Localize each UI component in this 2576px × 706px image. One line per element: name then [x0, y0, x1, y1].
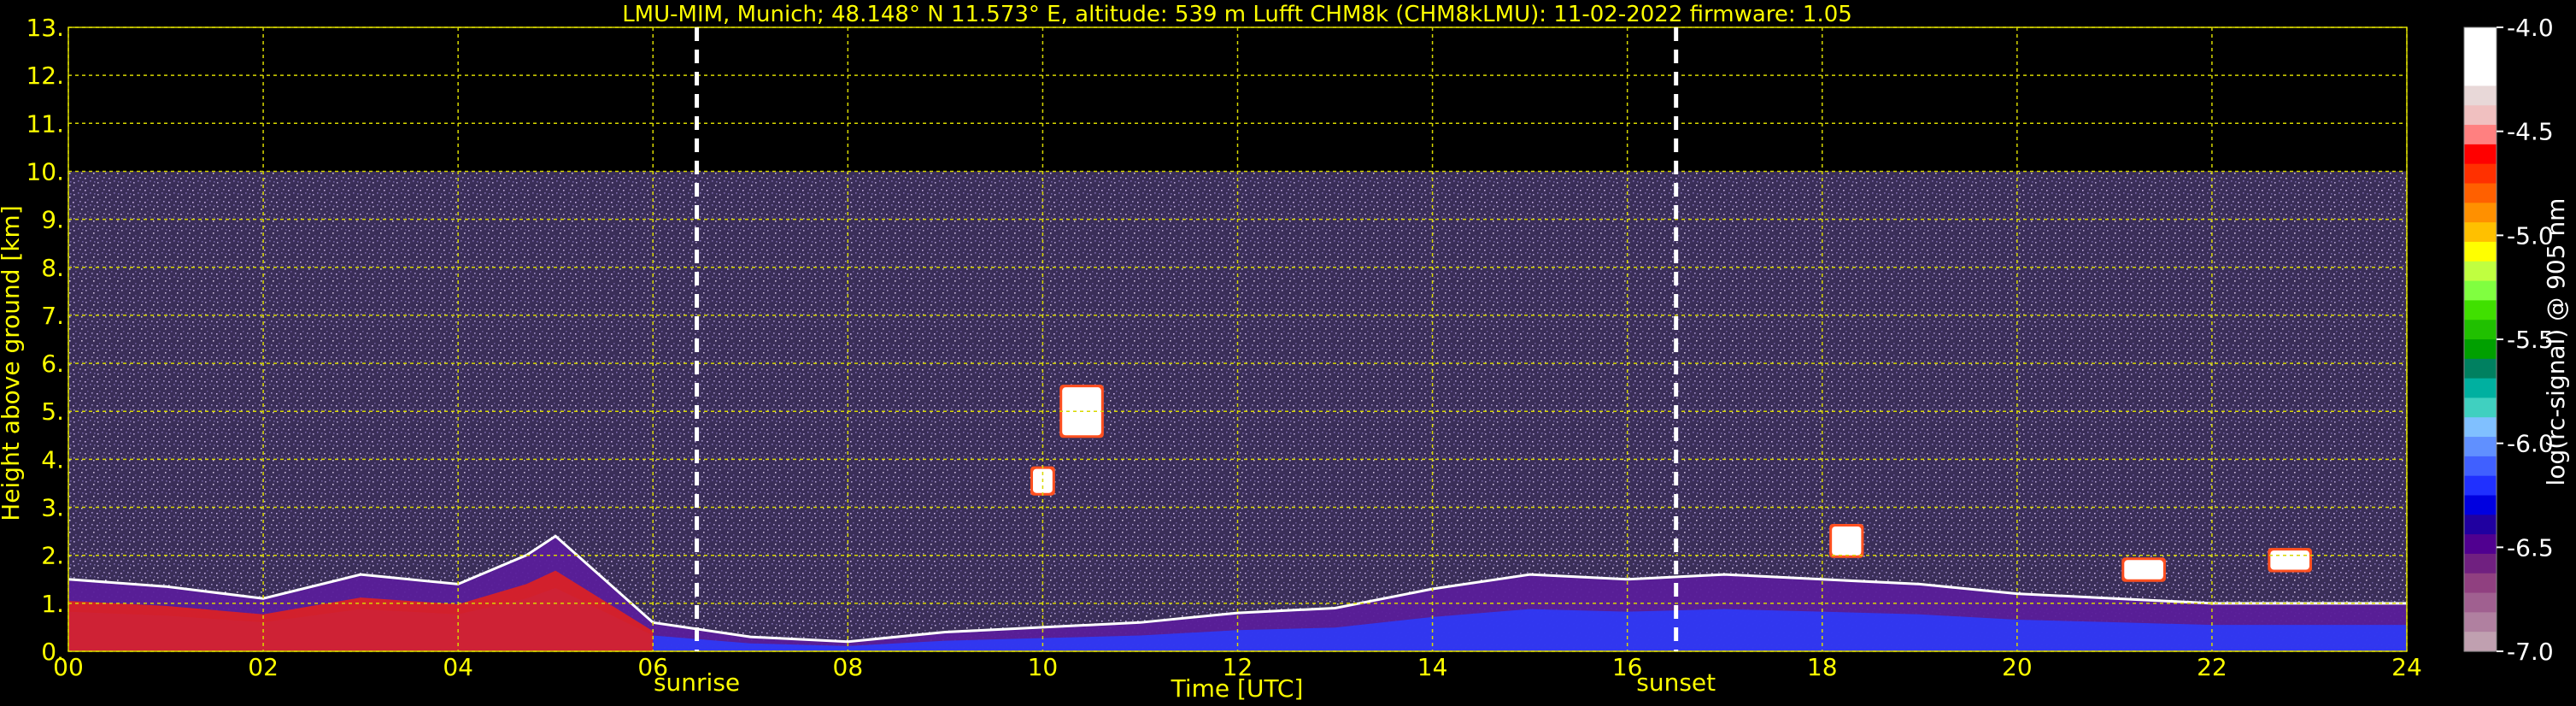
colorbar-tick-1: -4.5 [2507, 118, 2554, 146]
colorbar-band-31 [2464, 632, 2497, 652]
colorbar-band-15 [2464, 320, 2497, 340]
x-tick-14: 14 [1417, 653, 1448, 681]
x-tick-02: 02 [248, 653, 279, 681]
colorbar-band-23 [2464, 475, 2497, 497]
colorbar-label: log(rc-signal) @ 905 nm [2542, 198, 2570, 486]
y-tick-0: 0. [41, 638, 64, 666]
colorbar-band-27 [2464, 553, 2497, 574]
cloud-2 [1832, 527, 1862, 556]
colorbar-band-0 [2464, 27, 2497, 48]
colorbar-band-19 [2464, 397, 2497, 418]
colorbar-tick-5: -6.5 [2507, 533, 2554, 562]
y-tick-11: 11. [26, 109, 64, 138]
y-tick-1: 1. [41, 590, 64, 618]
colorbar-band-6 [2464, 144, 2497, 165]
y-tick-9: 9. [41, 206, 64, 234]
colorbar-band-25 [2464, 515, 2497, 535]
colorbar-band-1 [2464, 46, 2497, 68]
colorbar-band-30 [2464, 612, 2497, 632]
x-tick-18: 18 [1807, 653, 1838, 681]
x-tick-24: 24 [2391, 653, 2422, 681]
colorbar-band-16 [2464, 339, 2497, 360]
chart-title: LMU-MIM, Munich; 48.148° N 11.573° E, al… [622, 2, 1852, 27]
cloud-4 [2270, 550, 2309, 570]
x-tick-20: 20 [2002, 653, 2033, 681]
colorbar-band-26 [2464, 534, 2497, 555]
colorbar-band-12 [2464, 261, 2497, 282]
x-axis-label: Time [UTC] [1171, 674, 1304, 703]
y-axis-label: Height above ground [km] [0, 205, 25, 521]
colorbar-band-18 [2464, 378, 2497, 399]
colorbar-band-5 [2464, 125, 2497, 145]
colorbar-band-22 [2464, 456, 2497, 477]
colorbar-band-8 [2464, 183, 2497, 203]
x-tick-10: 10 [1028, 653, 1059, 681]
ceilometer-chart: LMU-MIM, Munich; 48.148° N 11.573° E, al… [0, 0, 2576, 706]
colorbar-band-4 [2464, 105, 2497, 126]
y-tick-10: 10. [26, 157, 64, 185]
colorbar-tick-0: -4.0 [2507, 14, 2554, 42]
y-tick-5: 5. [41, 397, 64, 426]
y-tick-4: 4. [41, 445, 64, 474]
y-tick-6: 6. [41, 350, 64, 378]
colorbar-band-24 [2464, 495, 2497, 515]
y-tick-12: 12. [26, 62, 64, 90]
colorbar-band-14 [2464, 300, 2497, 321]
x-tick-22: 22 [2197, 653, 2227, 681]
colorbar-band-20 [2464, 417, 2497, 438]
colorbar-band-17 [2464, 358, 2497, 379]
colorbar-band-3 [2464, 85, 2497, 106]
y-tick-2: 2. [41, 542, 64, 570]
x-tick-04: 04 [443, 653, 473, 681]
x-tick-08: 08 [833, 653, 864, 681]
colorbar-band-9 [2464, 203, 2497, 223]
colorbar-band-11 [2464, 241, 2497, 262]
colorbar-band-29 [2464, 592, 2497, 613]
marker-label-sunset: sunset [1636, 668, 1716, 697]
y-tick-13: 13. [26, 14, 64, 42]
y-tick-8: 8. [41, 254, 64, 282]
cloud-3 [2124, 560, 2163, 580]
colorbar-band-21 [2464, 437, 2497, 457]
y-tick-7: 7. [41, 302, 64, 330]
colorbar-band-2 [2464, 66, 2497, 87]
colorbar-band-13 [2464, 280, 2497, 301]
x-tick-06: 06 [637, 653, 668, 681]
y-tick-3: 3. [41, 494, 64, 522]
colorbar-band-28 [2464, 573, 2497, 594]
colorbar-band-10 [2464, 222, 2497, 243]
colorbar-band-7 [2464, 163, 2497, 185]
colorbar-tick-6: -7.0 [2507, 638, 2554, 666]
x-tick-16: 16 [1612, 653, 1643, 681]
